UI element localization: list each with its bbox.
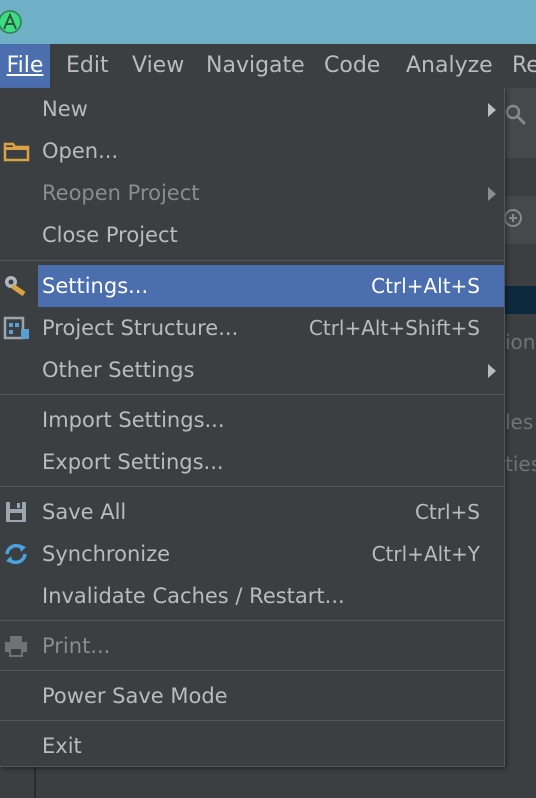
menu-item-label: Invalidate Caches / Restart... — [42, 584, 345, 608]
menu-refactor[interactable]: Re — [512, 44, 536, 88]
menu-item-open[interactable]: Open... — [0, 130, 504, 172]
menu-item-reopen-project[interactable]: Reopen Project — [0, 172, 504, 214]
menu-item-label: Close Project — [42, 223, 178, 247]
android-studio-icon — [0, 10, 22, 34]
menu-item-shortcut: Ctrl+Alt+Y — [371, 542, 480, 566]
menu-item-close-project[interactable]: Close Project — [0, 214, 504, 256]
menu-item-shortcut: Ctrl+Alt+S — [371, 274, 480, 298]
menu-view[interactable]: View — [132, 44, 184, 88]
menu-item-power-save-mode[interactable]: Power Save Mode — [0, 675, 504, 717]
menu-bar: File Edit View Navigate Code Analyze Re — [0, 44, 536, 89]
submenu-arrow-icon — [488, 103, 496, 117]
submenu-arrow-icon — [488, 364, 496, 378]
background-divider — [34, 766, 36, 798]
background-text-1: ion — [505, 330, 536, 354]
search-icon — [505, 104, 527, 126]
menu-item-label: Project Structure... — [42, 316, 239, 340]
background-selected-row — [505, 286, 536, 314]
menu-item-print[interactable]: Print... — [0, 625, 504, 667]
menu-separator — [0, 260, 504, 261]
menu-item-label: Print... — [42, 634, 111, 658]
project-structure-icon — [3, 316, 29, 340]
menu-navigate[interactable]: Navigate — [206, 44, 305, 88]
menu-item-label: Power Save Mode — [42, 684, 228, 708]
menu-item-label: Other Settings — [42, 358, 195, 382]
background-toolbar — [505, 88, 536, 158]
menu-item-label: Save All — [42, 500, 127, 524]
menu-separator — [0, 720, 504, 721]
folder-icon — [3, 142, 30, 162]
menu-code[interactable]: Code — [324, 44, 380, 88]
menu-item-save-all[interactable]: Save All Ctrl+S — [0, 491, 504, 533]
menu-item-label: Import Settings... — [42, 408, 225, 432]
menu-item-synchronize[interactable]: Synchronize Ctrl+Alt+Y — [0, 533, 504, 575]
menu-item-settings[interactable]: Settings... Ctrl+Alt+S — [0, 265, 504, 307]
printer-icon — [5, 636, 27, 657]
submenu-arrow-icon — [488, 187, 496, 201]
wrench-icon — [5, 276, 26, 297]
menu-item-shortcut: Ctrl+S — [414, 500, 480, 524]
menu-item-label: New — [42, 97, 88, 121]
sync-icon — [5, 543, 27, 565]
menu-item-invalidate-caches[interactable]: Invalidate Caches / Restart... — [0, 575, 504, 617]
background-text-3: ties — [505, 452, 536, 476]
add-icon — [505, 209, 522, 227]
menu-analyze[interactable]: Analyze — [406, 44, 493, 88]
menu-item-label: Open... — [42, 139, 119, 163]
background-text-2: les — [505, 410, 534, 434]
menu-item-label: Settings... — [42, 274, 149, 298]
menu-file[interactable]: File — [0, 44, 50, 88]
menu-item-import-settings[interactable]: Import Settings... — [0, 399, 504, 441]
menu-item-new[interactable]: New — [0, 88, 504, 130]
save-icon — [6, 502, 26, 522]
menu-item-exit[interactable]: Exit — [0, 725, 504, 766]
menu-item-label: Synchronize — [42, 542, 171, 566]
menu-separator — [0, 620, 504, 621]
menu-item-export-settings[interactable]: Export Settings... — [0, 441, 504, 483]
title-bar — [0, 0, 536, 44]
menu-item-label: Export Settings... — [42, 450, 224, 474]
menu-item-label: Exit — [42, 734, 82, 758]
menu-separator — [0, 394, 504, 395]
menu-item-other-settings[interactable]: Other Settings — [0, 349, 504, 391]
menu-item-label: Reopen Project — [42, 181, 200, 205]
background-editor-area — [505, 88, 536, 798]
background-panel-header — [505, 196, 536, 244]
file-menu-dropdown: New Open... Reopen Project Close Project… — [0, 88, 505, 767]
menu-edit[interactable]: Edit — [66, 44, 109, 88]
menu-separator — [0, 486, 504, 487]
menu-separator — [0, 670, 504, 671]
menu-item-shortcut: Ctrl+Alt+Shift+S — [308, 316, 480, 340]
menu-item-project-structure[interactable]: Project Structure... Ctrl+Alt+Shift+S — [0, 307, 504, 349]
